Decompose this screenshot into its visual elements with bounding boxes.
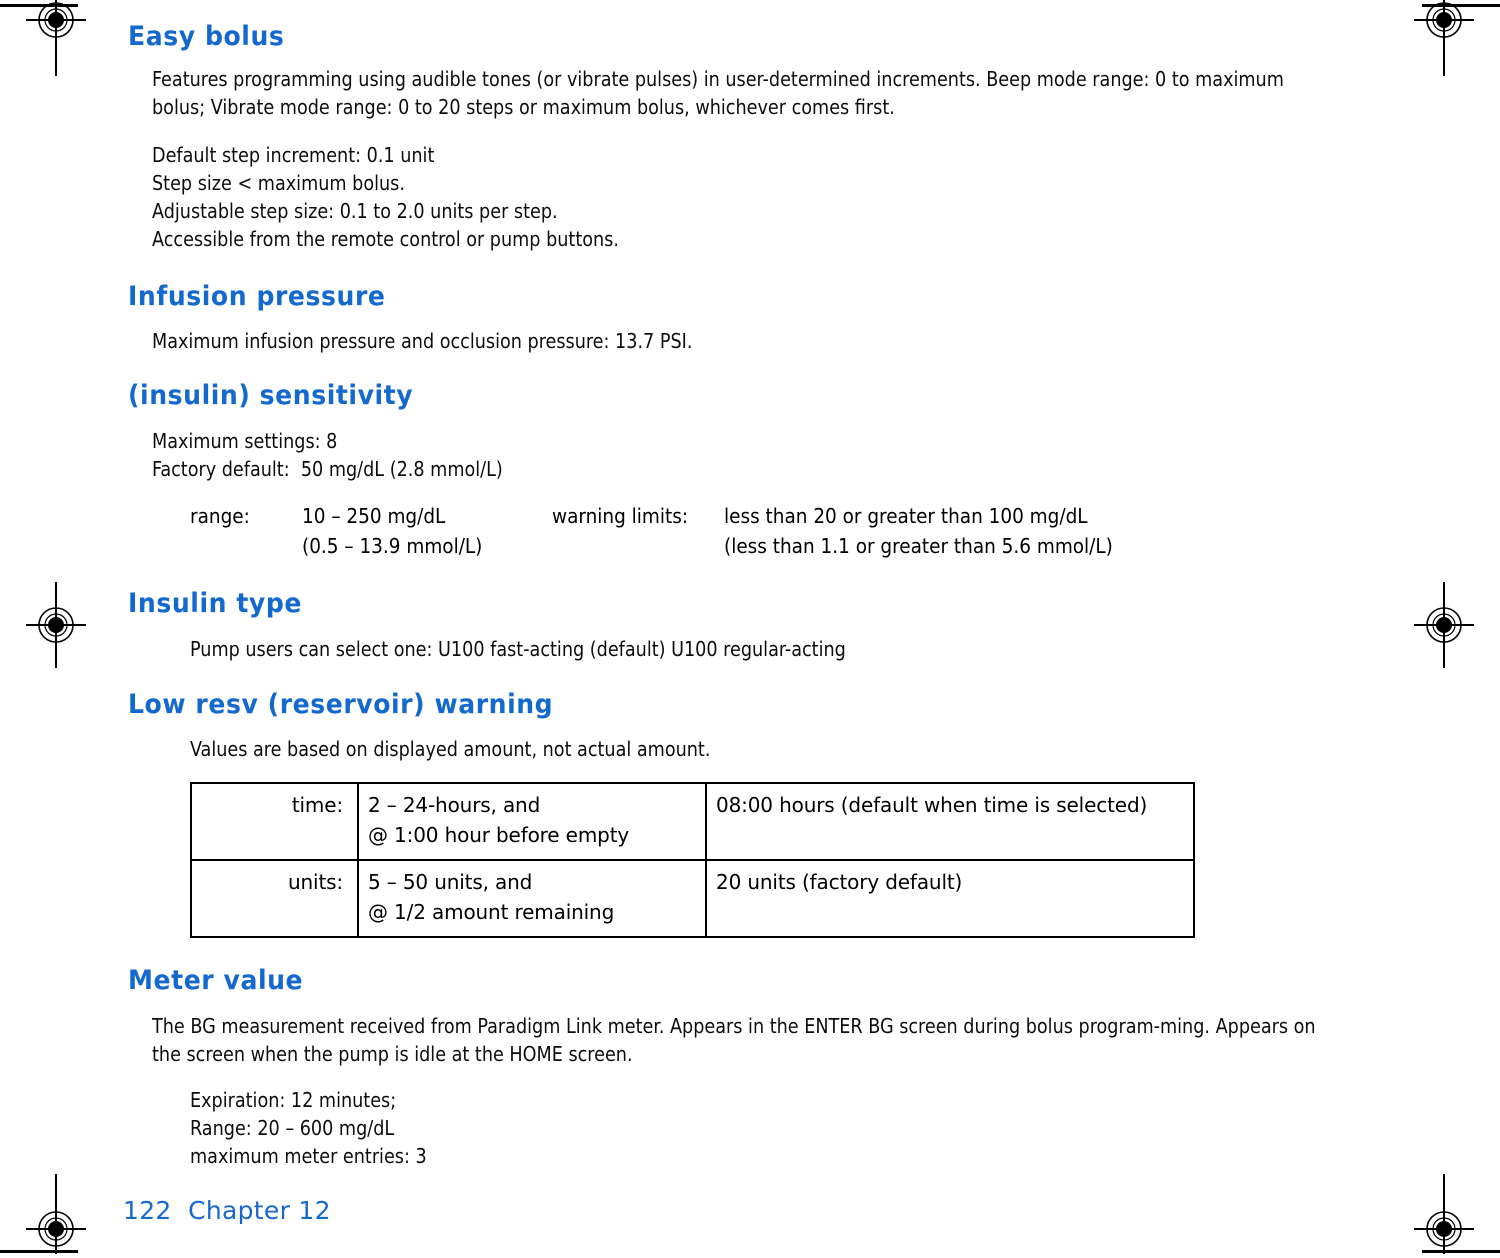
section-infusion-pressure: Infusion pressure Maximum infusion press…	[128, 280, 1368, 356]
table-cell-default: 20 units (factory default)	[705, 859, 1195, 939]
easy-bolus-line-3: Adjustable step size: 0.1 to 2.0 units p…	[152, 198, 558, 223]
registration-mark-bottom-right	[1400, 1170, 1488, 1258]
list-sensitivity-settings: Maximum settings: 8 Factory default: 50 …	[152, 427, 1313, 483]
heading-low-resv-warning: Low resv (reservoir) warning	[128, 688, 554, 720]
paragraph-low-resv-warning: Values are based on displayed amount, no…	[190, 737, 711, 762]
crop-line-top-right	[1422, 4, 1500, 7]
table-cell-range-line-2: @ 1/2 amount remaining	[368, 900, 615, 925]
heading-meter-value: Meter value	[128, 965, 304, 997]
crop-line-bottom-right	[1422, 1250, 1500, 1253]
heading-insulin-sensitivity: (insulin) sensitivity	[128, 380, 414, 412]
registration-mark-bottom-left	[12, 1170, 100, 1258]
registration-mark-top-left	[12, 0, 100, 82]
easy-bolus-line-1: Default step increment: 0.1 unit	[152, 142, 435, 167]
crop-line-bottom-left	[0, 1250, 78, 1253]
table-row: time: 2 – 24-hours, and @ 1:00 hour befo…	[190, 782, 1195, 862]
page-content: Easy bolus Features programming using au…	[128, 22, 1368, 1170]
sensitivity-line-1: Maximum settings: 8	[152, 429, 338, 454]
table-row: units: 5 – 50 units, and @ 1/2 amount re…	[190, 859, 1195, 939]
warning-limits-value-mmol: (less than 1.1 or greater than 5.6 mmol/…	[724, 534, 1113, 559]
table-cell-range-line-1: 2 – 24-hours, and	[368, 793, 541, 818]
section-insulin-type: Insulin type Pump users can select one: …	[128, 589, 1368, 663]
section-meter-value: Meter value The BG measurement received …	[128, 966, 1368, 1170]
section-easy-bolus: Easy bolus Features programming using au…	[128, 22, 1368, 253]
section-insulin-sensitivity: (insulin) sensitivity Maximum settings: …	[128, 381, 1368, 561]
registration-mark-middle-right	[1400, 578, 1488, 668]
warning-limits-value-mgdl: less than 20 or greater than 100 mg/dL	[724, 504, 1088, 529]
paragraph-meter-value: The BG measurement received from Paradig…	[152, 1014, 1316, 1067]
warning-limits-label-spacer	[552, 531, 724, 561]
paragraph-infusion-pressure: Maximum infusion pressure and occlusion …	[152, 329, 693, 354]
table-cell-label: time:	[190, 782, 359, 862]
meter-value-line-1: Expiration: 12 minutes;	[190, 1088, 397, 1113]
sensitivity-range-block: range: 10 – 250 mg/dL warning limits: le…	[190, 501, 1368, 561]
registration-mark-middle-left	[12, 578, 100, 668]
table-cell-range-line-2: @ 1:00 hour before empty	[368, 823, 630, 848]
list-meter-value-details: Expiration: 12 minutes; Range: 20 – 600 …	[190, 1086, 1315, 1170]
easy-bolus-line-2: Step size < maximum bolus.	[152, 170, 405, 195]
easy-bolus-line-4: Accessible from the remote control or pu…	[152, 226, 619, 251]
registration-mark-top-right	[1400, 0, 1488, 82]
table-cell-range: 5 – 50 units, and @ 1/2 amount remaining	[357, 859, 707, 939]
heading-easy-bolus: Easy bolus	[128, 21, 285, 52]
document-page: Easy bolus Features programming using au…	[0, 0, 1500, 1257]
paragraph-insulin-type: Pump users can select one: U100 fast-act…	[190, 636, 846, 661]
heading-infusion-pressure: Infusion pressure	[128, 280, 386, 312]
crop-line-top-left	[0, 4, 78, 7]
table-cell-label: units:	[190, 859, 359, 939]
table-cell-default: 08:00 hours (default when time is select…	[705, 782, 1195, 862]
table-cell-range-line-1: 5 – 50 units, and	[368, 870, 533, 895]
list-easy-bolus-details: Default step increment: 0.1 unit Step si…	[152, 141, 1313, 253]
heading-insulin-type: Insulin type	[128, 588, 302, 620]
warning-limits-label: warning limits:	[552, 504, 689, 529]
meter-value-line-2: Range: 20 – 600 mg/dL	[190, 1116, 395, 1141]
range-value-mgdl: 10 – 250 mg/dL	[302, 504, 446, 529]
low-resv-warning-table: time: 2 – 24-hours, and @ 1:00 hour befo…	[190, 782, 1195, 939]
section-low-resv-warning: Low resv (reservoir) warning Values are …	[128, 690, 1368, 939]
range-value-mmol: (0.5 – 13.9 mmol/L)	[302, 534, 483, 559]
page-footer: 122 Chapter 12	[123, 1196, 331, 1225]
table-cell-range: 2 – 24-hours, and @ 1:00 hour before emp…	[357, 782, 707, 862]
range-label: range:	[190, 504, 250, 529]
range-label-spacer	[190, 531, 302, 561]
meter-value-line-3: maximum meter entries: 3	[190, 1144, 427, 1169]
sensitivity-line-2: Factory default: 50 mg/dL (2.8 mmol/L)	[152, 457, 503, 482]
paragraph-easy-bolus: Features programming using audible tones…	[152, 66, 1284, 119]
